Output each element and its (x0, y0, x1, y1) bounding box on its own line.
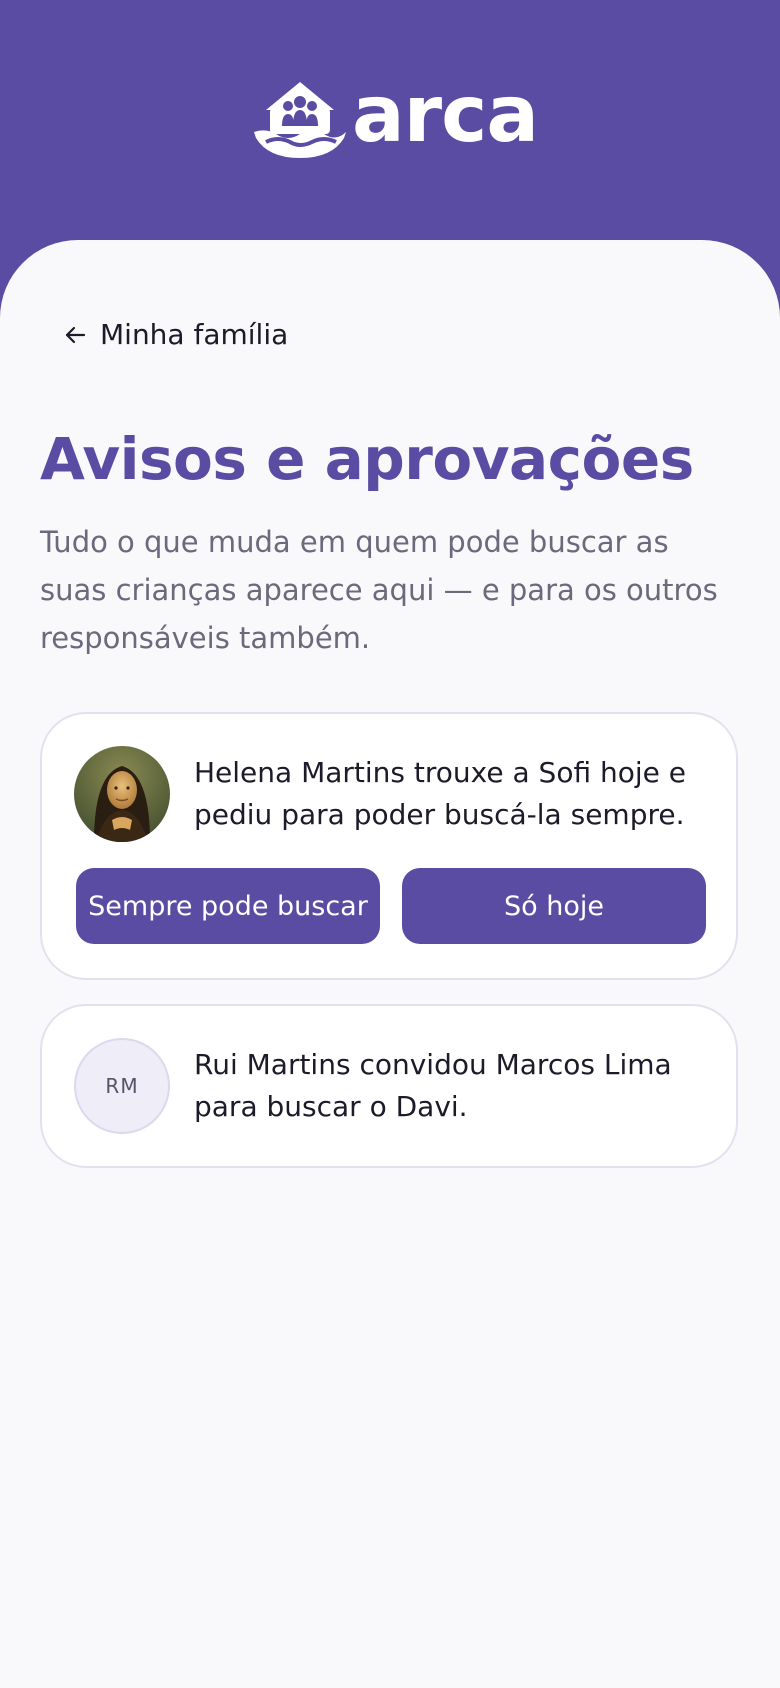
notice-card: RM Rui Martins convidou Marcos Lima para… (40, 1004, 738, 1168)
avatar (74, 746, 170, 842)
back-link[interactable]: Minha família (64, 318, 288, 351)
notice-message: Rui Martins convidou Marcos Lima para bu… (194, 1048, 672, 1123)
back-link-label: Minha família (100, 318, 289, 351)
portrait-photo (74, 746, 170, 842)
logo-wordmark: arca (352, 70, 539, 160)
arca-logo: arca (252, 70, 539, 160)
page-subtitle: Tudo o que muda em quem pode buscar as s… (40, 525, 718, 655)
approve-today-button[interactable]: Só hoje (402, 868, 706, 944)
approve-always-button[interactable]: Sempre pode buscar (76, 868, 380, 944)
notice-card: Helena Martins trouxe a Sofi hoje e pedi… (40, 712, 738, 980)
page-title: Avisos e aprovações (40, 425, 694, 493)
avatar: RM (74, 1038, 170, 1134)
arrow-left-icon (64, 321, 92, 349)
ark-icon (254, 82, 346, 158)
notice-message: Helena Martins trouxe a Sofi hoje e pedi… (194, 756, 687, 831)
app-header: arca (0, 0, 780, 260)
